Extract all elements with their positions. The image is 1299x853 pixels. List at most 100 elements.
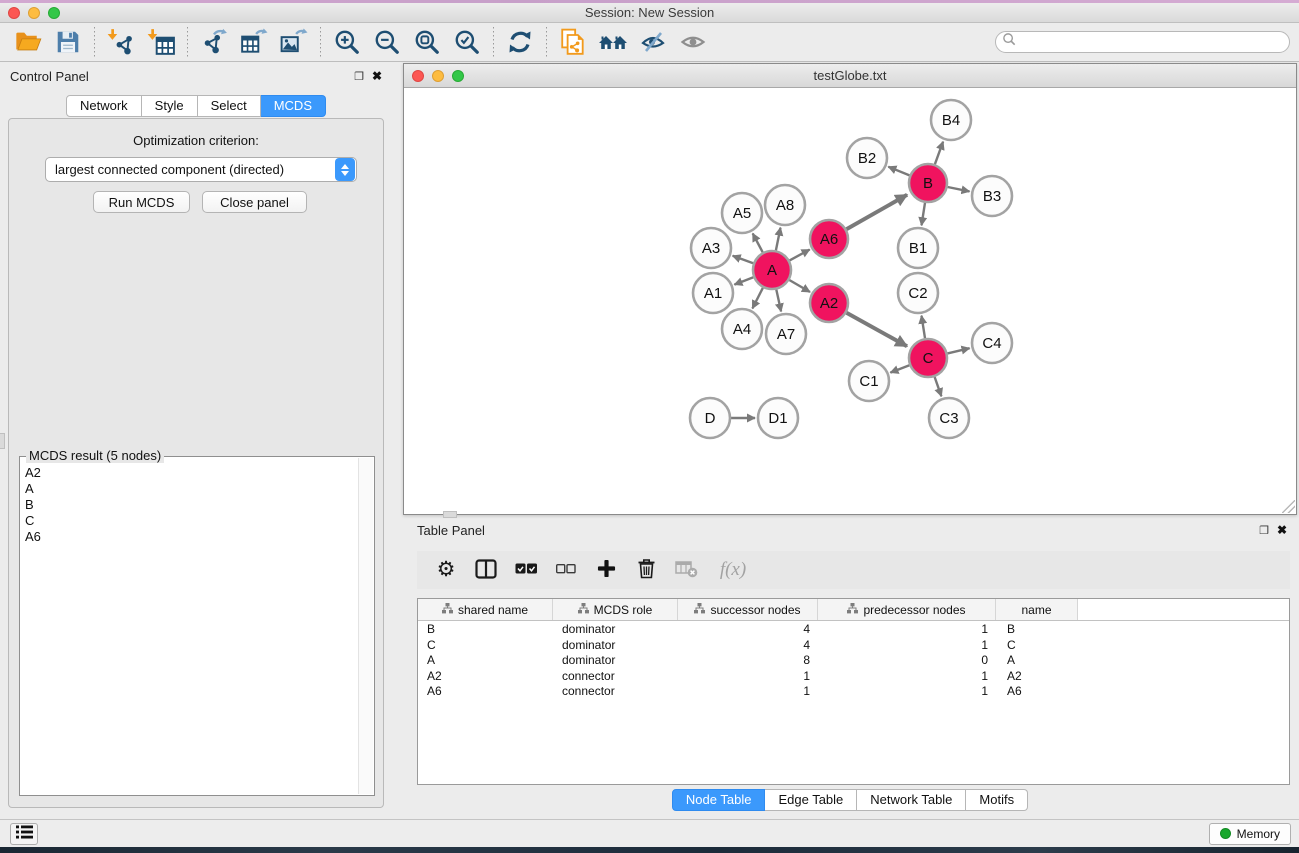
close-table-panel-icon[interactable]: ✖	[1277, 523, 1287, 537]
split-collapse-handle-left[interactable]	[0, 433, 5, 449]
node-A4[interactable]: A4	[722, 309, 762, 349]
node-A6[interactable]: A6	[810, 220, 848, 258]
column-header-shared-name[interactable]: shared name	[418, 599, 553, 620]
column-header-predecessor-nodes[interactable]: predecessor nodes	[818, 599, 996, 620]
zoom-out-button[interactable]	[367, 25, 407, 59]
edge-C-C3[interactable]	[935, 377, 942, 396]
edge-C-C4[interactable]	[948, 348, 970, 353]
show-columns-button[interactable]	[473, 556, 499, 584]
edge-B-B3[interactable]	[948, 187, 970, 191]
network-canvas[interactable]: AA1A2A3A4A5A6A7A8BB1B2B3B4CC1C2C3C4DD1	[404, 88, 1296, 514]
edge-A2-C[interactable]	[847, 313, 908, 347]
window-resize-grip[interactable]	[1282, 500, 1295, 513]
table-row[interactable]: A2connector11A2	[418, 668, 1289, 684]
node-A[interactable]: A	[753, 251, 791, 289]
help-home-button[interactable]	[593, 25, 633, 59]
network-window-titlebar[interactable]: testGlobe.txt	[404, 64, 1296, 88]
node-A1[interactable]: A1	[693, 273, 733, 313]
mcds-result-item[interactable]: B	[22, 497, 356, 513]
delete-table-button[interactable]	[673, 556, 699, 584]
save-session-button[interactable]	[48, 25, 88, 59]
edge-A-A2[interactable]	[789, 280, 810, 292]
tab-style[interactable]: Style	[142, 95, 198, 117]
criterion-select[interactable]: largest connected component (directed)	[45, 157, 357, 182]
tab-network-table[interactable]: Network Table	[857, 789, 966, 811]
run-mcds-button[interactable]: Run MCDS	[93, 191, 190, 213]
node-A5[interactable]: A5	[722, 193, 762, 233]
close-panel-icon[interactable]: ✖	[372, 69, 382, 83]
export-network-button[interactable]	[194, 25, 234, 59]
float-table-panel-icon[interactable]: ❐	[1259, 524, 1269, 537]
column-header-successor-nodes[interactable]: successor nodes	[678, 599, 818, 620]
function-builder-button[interactable]: f(x)	[713, 556, 753, 584]
node-C3[interactable]: C3	[929, 398, 969, 438]
edge-A-A8[interactable]	[776, 228, 781, 251]
edge-A-A1[interactable]	[734, 277, 753, 284]
node-C1[interactable]: C1	[849, 361, 889, 401]
node-A8[interactable]: A8	[765, 185, 805, 225]
table-row[interactable]: Adominator80A	[418, 652, 1289, 668]
node-C4[interactable]: C4	[972, 323, 1012, 363]
mcds-result-item[interactable]: A	[22, 481, 356, 497]
node-A2[interactable]: A2	[810, 284, 848, 322]
import-table-button[interactable]	[141, 25, 181, 59]
mcds-result-item[interactable]: A6	[22, 529, 356, 545]
edge-C-C1[interactable]	[890, 365, 909, 372]
edge-B-B4[interactable]	[935, 142, 943, 165]
tab-mcds[interactable]: MCDS	[261, 95, 326, 117]
close-panel-button[interactable]: Close panel	[202, 191, 307, 213]
column-header-MCDS-role[interactable]: MCDS role	[553, 599, 678, 620]
task-history-button[interactable]	[10, 823, 38, 845]
node-A3[interactable]: A3	[691, 228, 731, 268]
node-D1[interactable]: D1	[758, 398, 798, 438]
deselect-all-button[interactable]	[553, 556, 579, 584]
node-B3[interactable]: B3	[972, 176, 1012, 216]
mcds-result-item[interactable]: A2	[22, 465, 356, 481]
edge-B-B1[interactable]	[922, 203, 926, 226]
mcds-result-scrollbar[interactable]	[358, 458, 373, 794]
edge-C-C2[interactable]	[922, 316, 926, 339]
node-table[interactable]: shared nameMCDS rolesuccessor nodesprede…	[417, 598, 1290, 785]
show-panels-button[interactable]	[673, 25, 713, 59]
column-header-name[interactable]: name	[996, 599, 1078, 620]
node-B[interactable]: B	[909, 164, 947, 202]
edge-A-A3[interactable]	[733, 256, 754, 263]
edge-A6-B[interactable]	[846, 195, 907, 229]
table-row[interactable]: Bdominator41B	[418, 621, 1289, 637]
hide-panels-button[interactable]	[633, 25, 673, 59]
table-row[interactable]: Cdominator41C	[418, 637, 1289, 653]
edge-A-A5[interactable]	[753, 233, 763, 252]
table-settings-button[interactable]: ⚙	[433, 556, 459, 584]
node-C[interactable]: C	[909, 339, 947, 377]
mcds-result-item[interactable]: C	[22, 513, 356, 529]
tab-node-table[interactable]: Node Table	[672, 789, 766, 811]
zoom-in-button[interactable]	[327, 25, 367, 59]
tab-edge-table[interactable]: Edge Table	[765, 789, 857, 811]
tab-motifs[interactable]: Motifs	[966, 789, 1028, 811]
memory-button[interactable]: Memory	[1209, 823, 1291, 845]
export-image-button[interactable]	[274, 25, 314, 59]
edge-A-A6[interactable]	[790, 250, 810, 261]
zoom-selected-button[interactable]	[447, 25, 487, 59]
node-B1[interactable]: B1	[898, 228, 938, 268]
import-network-button[interactable]	[101, 25, 141, 59]
split-collapse-handle-bottom[interactable]	[443, 511, 457, 518]
tab-select[interactable]: Select	[198, 95, 261, 117]
edge-A-A4[interactable]	[752, 288, 763, 309]
float-panel-icon[interactable]: ❐	[354, 70, 364, 83]
refresh-button[interactable]	[500, 25, 540, 59]
delete-button[interactable]	[633, 556, 659, 584]
zoom-fit-button[interactable]	[407, 25, 447, 59]
node-A7[interactable]: A7	[766, 314, 806, 354]
open-file-button[interactable]	[8, 25, 48, 59]
edge-A-A7[interactable]	[776, 290, 781, 312]
table-row[interactable]: A6connector11A6	[418, 683, 1289, 699]
select-all-button[interactable]	[513, 556, 539, 584]
node-C2[interactable]: C2	[898, 273, 938, 313]
node-D[interactable]: D	[690, 398, 730, 438]
open-session-file-button[interactable]	[553, 25, 593, 59]
export-table-button[interactable]	[234, 25, 274, 59]
add-column-button[interactable]	[593, 556, 619, 584]
edge-B-B2[interactable]	[888, 167, 909, 176]
node-B4[interactable]: B4	[931, 100, 971, 140]
